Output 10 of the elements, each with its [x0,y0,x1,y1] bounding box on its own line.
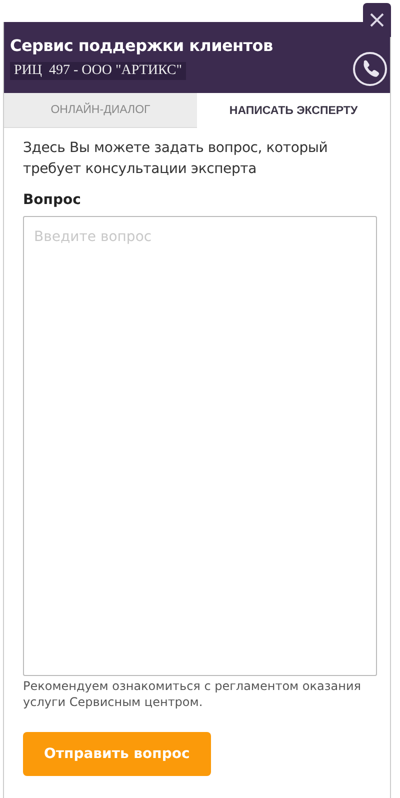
close-button[interactable] [363,3,391,37]
question-label: Вопрос [23,192,82,208]
submit-button[interactable]: Отправить вопрос [23,732,211,776]
intro-text: Здесь Вы можете задать вопрос, который требует консультации эксперта [23,139,329,179]
close-icon [369,12,385,28]
window-title: Сервис поддержки клиентов [10,36,274,54]
tab[interactable]: ОНЛАЙН-ДИАЛОГ [4,93,197,128]
note-text: Рекомендуем ознакомиться с регламентом оказания услуги Сервисным центром. [23,678,362,710]
company-name: РИЦ 497 - ООО "АРТИКС" [10,62,186,80]
phone-icon[interactable] [352,50,388,86]
